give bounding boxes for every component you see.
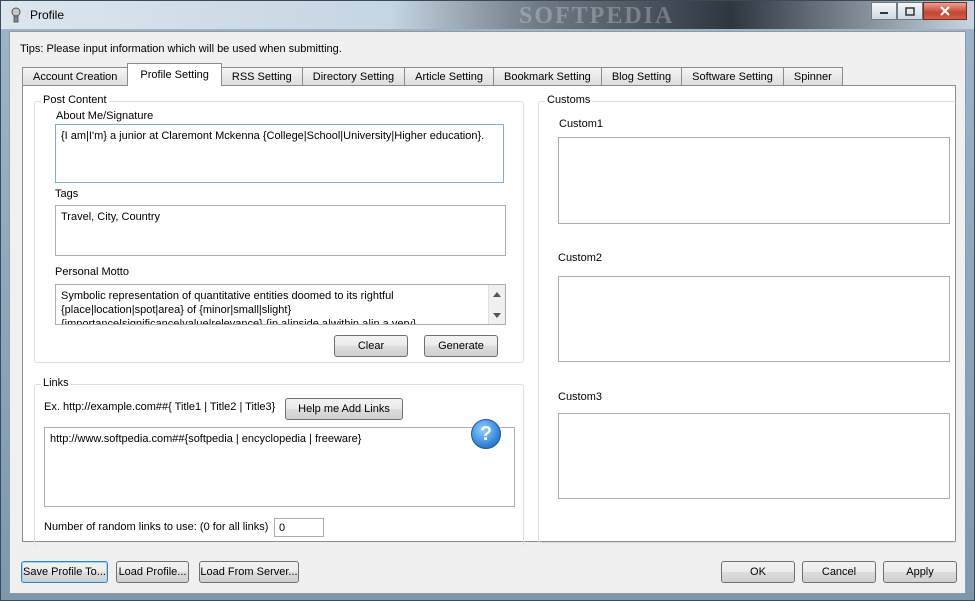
tab-strip: Account Creation Profile Setting RSS Set… — [22, 63, 843, 86]
about-me-field[interactable]: {I am|I'm} a junior at Claremont Mckenna… — [55, 124, 504, 183]
tab-bookmark-setting[interactable]: Bookmark Setting — [492, 67, 602, 86]
custom2-label: Custom2 — [558, 252, 603, 264]
tab-software-setting[interactable]: Software Setting — [681, 67, 784, 86]
minimize-icon — [880, 12, 888, 14]
close-button[interactable] — [923, 2, 967, 20]
links-group: Links Ex. http://example.com##{ Title1 |… — [34, 377, 524, 546]
custom1-label: Custom1 — [559, 118, 604, 130]
personal-motto-field[interactable]: Symbolic representation of quantitative … — [55, 284, 506, 325]
title-bar[interactable]: Profile SOFTPEDIA — [1, 1, 974, 29]
tab-spinner[interactable]: Spinner — [782, 67, 843, 86]
about-label: About Me/Signature — [56, 110, 154, 122]
tab-rss-setting[interactable]: RSS Setting — [220, 67, 303, 86]
load-profile-button[interactable]: Load Profile... — [116, 561, 189, 583]
maximize-button[interactable] — [897, 2, 923, 20]
custom2-field[interactable] — [558, 276, 950, 362]
personal-motto-text: Symbolic representation of quantitative … — [61, 290, 417, 325]
motto-scrollbar[interactable] — [488, 285, 505, 324]
dialog-client-area: Tips: Please input information which wil… — [9, 31, 966, 594]
links-example-label: Ex. http://example.com##{ Title1 | Title… — [44, 401, 276, 413]
ok-button[interactable]: OK — [721, 561, 795, 583]
save-profile-button[interactable]: Save Profile To... — [21, 561, 108, 583]
customs-group: Customs Custom1 Custom2 Custom3 — [538, 94, 956, 543]
apply-button[interactable]: Apply — [883, 561, 957, 583]
tab-profile-setting[interactable]: Profile Setting — [127, 63, 222, 86]
personal-motto-label: Personal Motto — [55, 266, 129, 278]
custom3-label: Custom3 — [558, 391, 603, 403]
profile-window: Profile SOFTPEDIA Tips: Please input inf… — [0, 0, 975, 601]
help-icon[interactable]: ? — [471, 419, 501, 449]
scroll-down-icon[interactable] — [489, 307, 505, 323]
tab-account-creation[interactable]: Account Creation — [22, 67, 129, 86]
post-content-group: Post Content About Me/Signature {I am|I'… — [34, 94, 524, 363]
profile-setting-panel: Post Content About Me/Signature {I am|I'… — [22, 85, 956, 546]
random-links-label: Number of random links to use: (0 for al… — [44, 521, 269, 533]
scroll-up-icon[interactable] — [489, 286, 505, 302]
customs-group-label: Customs — [545, 94, 593, 106]
tab-blog-setting[interactable]: Blog Setting — [600, 67, 683, 86]
custom1-field[interactable] — [558, 137, 950, 224]
tab-directory-setting[interactable]: Directory Setting — [301, 67, 406, 86]
tips-text: Tips: Please input information which wil… — [20, 43, 342, 55]
app-icon — [11, 7, 21, 23]
tags-label: Tags — [55, 188, 79, 200]
clear-button[interactable]: Clear — [334, 335, 408, 357]
generate-button[interactable]: Generate — [424, 335, 498, 357]
minimize-button[interactable] — [871, 2, 897, 20]
help-add-links-button[interactable]: Help me Add Links — [285, 398, 403, 420]
post-content-group-label: Post Content — [41, 94, 109, 106]
random-links-input[interactable]: 0 — [274, 518, 324, 537]
cancel-button[interactable]: Cancel — [802, 561, 876, 583]
maximize-icon — [905, 6, 915, 16]
load-from-server-button[interactable]: Load From Server... — [199, 561, 299, 583]
links-group-label: Links — [41, 377, 71, 389]
tags-field[interactable]: Travel, City, Country — [55, 205, 506, 256]
window-title: Profile — [30, 8, 65, 22]
close-icon — [940, 6, 950, 16]
links-field[interactable]: http://www.softpedia.com##{softpedia | e… — [44, 427, 515, 507]
custom3-field[interactable] — [558, 413, 950, 499]
tab-article-setting[interactable]: Article Setting — [404, 67, 494, 86]
softpedia-watermark: SOFTPEDIA — [519, 3, 675, 29]
